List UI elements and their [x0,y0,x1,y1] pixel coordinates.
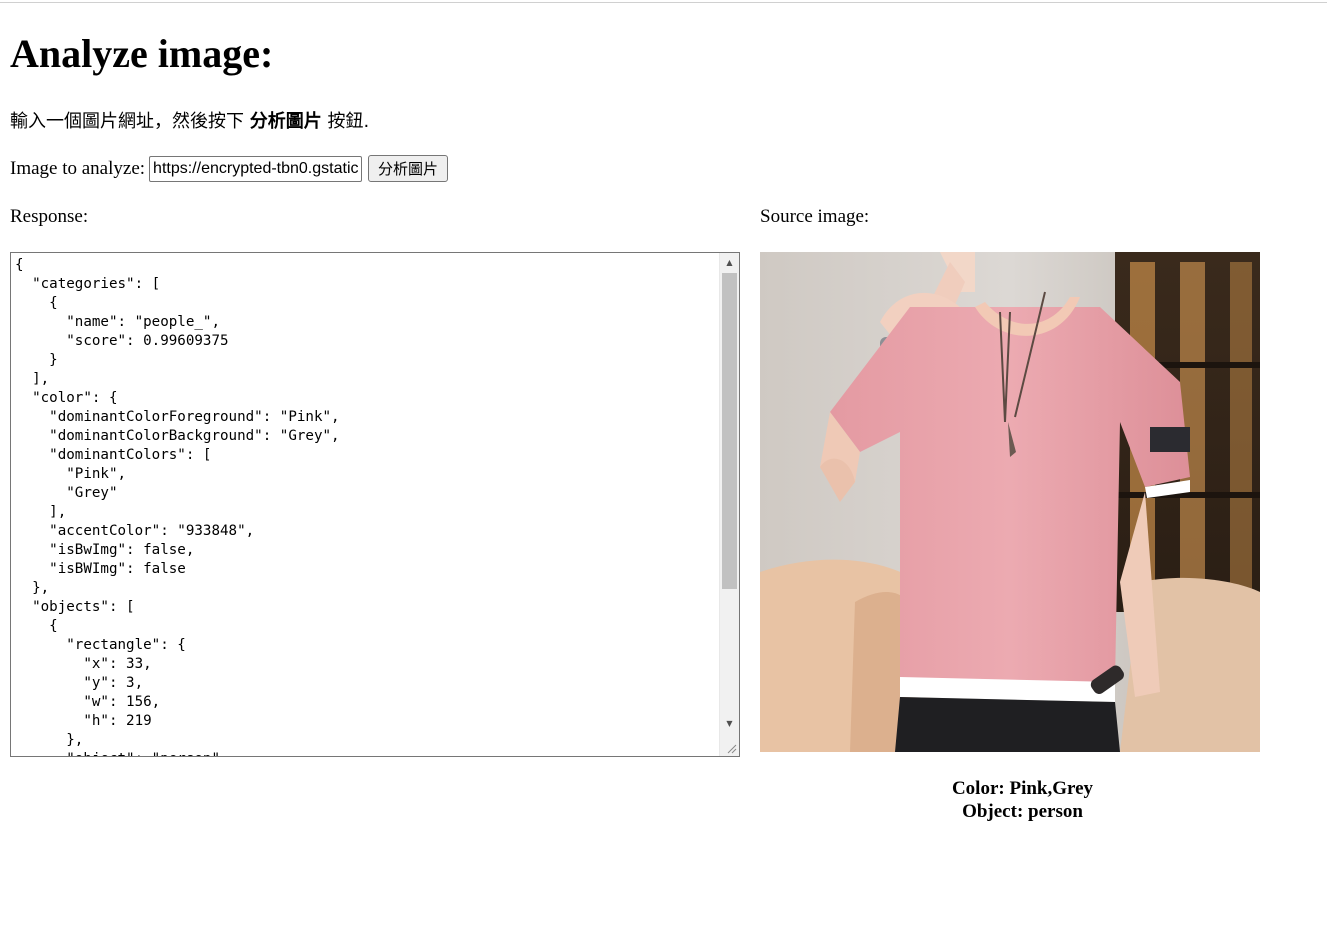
instructions-text-after: 按鈕. [321,111,370,132]
response-scrollbar[interactable]: ▲ ▼ [719,253,739,756]
analyze-button[interactable]: 分析圖片 [368,155,449,182]
instructions-text-before: 輸入一個圖片網址，然後按下 [10,111,250,132]
scroll-down-arrow-icon[interactable]: ▼ [720,716,739,732]
scroll-up-arrow-icon[interactable]: ▲ [720,255,739,271]
instructions: 輸入一個圖片網址，然後按下 分析圖片 按鈕. [10,107,369,133]
result-color: Color: Pink,Grey [951,778,1094,799]
analyze-form: Image to analyze: 分析圖片 [10,155,449,182]
scrollbar-thumb[interactable] [722,273,737,589]
image-url-input[interactable] [149,155,363,182]
instructions-bold: 分析圖片 [249,111,322,132]
response-json: { "categories": [ { "name": "people_", "… [15,257,340,756]
analysis-result: Color: Pink,Grey Object: person [760,777,1285,823]
response-textarea[interactable]: { "categories": [ { "name": "people_", "… [10,252,740,757]
top-divider [0,2,1327,3]
source-image [760,252,1260,752]
resize-handle-icon[interactable] [727,744,737,754]
source-image-label: Source image: [760,206,870,227]
page-title: Analyze image: [10,31,274,76]
image-url-label: Image to analyze: [10,157,146,179]
response-label: Response: [10,206,89,227]
result-object: Object: person [962,801,1083,822]
